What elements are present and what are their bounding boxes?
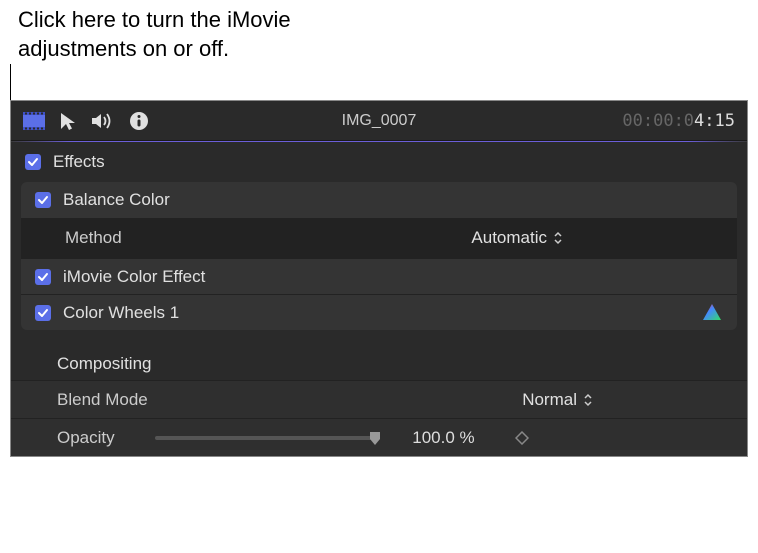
keyframe-diamond-icon[interactable] (515, 431, 529, 445)
inspector-toolbar: IMG_0007 00:00:04:15 (11, 101, 747, 141)
opacity-label: Opacity (57, 428, 115, 448)
blend-mode-value: Normal (522, 390, 577, 410)
method-label: Method (65, 228, 122, 248)
inspector-panel: IMG_0007 00:00:04:15 Effects Balance Col… (10, 100, 748, 457)
effects-header-row: Effects (11, 142, 747, 182)
imovie-color-effect-checkbox[interactable] (35, 269, 51, 285)
opacity-slider[interactable] (155, 436, 375, 440)
video-tab-icon[interactable] (23, 112, 45, 130)
compositing-label: Compositing (57, 354, 152, 374)
toolbar-icons (23, 111, 149, 131)
imovie-color-effect-label: iMovie Color Effect (63, 267, 205, 287)
color-wheels-label: Color Wheels 1 (63, 303, 179, 323)
callout-text: Click here to turn the iMovie adjustment… (18, 6, 291, 63)
color-wheels-checkbox[interactable] (35, 305, 51, 321)
method-dropdown[interactable]: Automatic (471, 228, 563, 248)
balance-color-label: Balance Color (63, 190, 170, 210)
color-wheels-triangle-icon[interactable] (701, 302, 723, 324)
opacity-row: Opacity 100.0 % (11, 418, 747, 456)
imovie-color-effect-row[interactable]: iMovie Color Effect (21, 258, 737, 294)
audio-tab-icon[interactable] (91, 112, 115, 130)
method-value: Automatic (471, 228, 547, 248)
info-tab-icon[interactable] (129, 111, 149, 131)
effects-section: Effects Balance Color Method Automatic i… (11, 142, 747, 456)
opacity-slider-thumb[interactable] (367, 430, 383, 446)
balance-color-checkbox[interactable] (35, 192, 51, 208)
dropdown-arrows-icon (583, 393, 593, 407)
blend-mode-row: Blend Mode Normal (11, 380, 747, 418)
clip-name: IMG_0007 (342, 112, 417, 130)
effects-checkbox[interactable] (25, 154, 41, 170)
dropdown-arrows-icon (553, 231, 563, 245)
compositing-header-row: Compositing (11, 338, 747, 380)
blend-mode-label: Blend Mode (57, 390, 148, 410)
effects-label: Effects (53, 152, 105, 172)
balance-color-row[interactable]: Balance Color (21, 182, 737, 218)
balance-color-method-row: Method Automatic (21, 218, 737, 258)
blend-mode-dropdown[interactable]: Normal (522, 390, 593, 410)
timecode-display: 00:00:04:15 (622, 111, 735, 131)
color-tab-icon[interactable] (59, 111, 77, 131)
opacity-value[interactable]: 100.0 % (395, 428, 475, 448)
color-wheels-row[interactable]: Color Wheels 1 (21, 294, 737, 330)
